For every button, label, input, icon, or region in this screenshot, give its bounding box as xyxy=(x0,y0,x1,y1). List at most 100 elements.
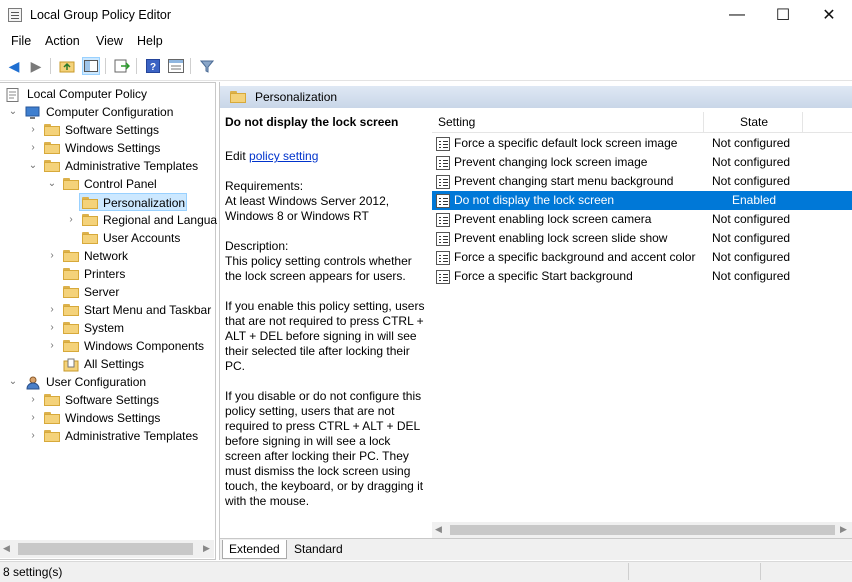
tree-item-server[interactable]: Server xyxy=(0,283,214,301)
chevron-right-icon[interactable]: › xyxy=(47,301,57,319)
description-label: Description: xyxy=(225,239,289,253)
description-text-1: This policy setting controls whether the… xyxy=(225,254,412,283)
tree-item-system[interactable]: › System xyxy=(0,319,214,337)
chevron-down-icon[interactable]: ⌄ xyxy=(8,373,18,391)
close-button[interactable]: ✕ xyxy=(806,0,852,30)
status-separator xyxy=(760,563,761,580)
toolbar-separator xyxy=(136,58,137,74)
scroll-left-icon[interactable]: ◀ xyxy=(435,524,442,535)
scroll-right-icon[interactable]: ▶ xyxy=(203,543,210,554)
tree-item-regional[interactable]: › Regional and Langua xyxy=(0,211,217,229)
tree-item-user-accounts[interactable]: User Accounts xyxy=(0,229,214,247)
policy-state: Not configured xyxy=(712,155,791,169)
chevron-right-icon[interactable]: › xyxy=(47,247,57,265)
policy-state: Not configured xyxy=(712,269,791,283)
chevron-right-icon[interactable]: › xyxy=(47,337,57,355)
column-separator[interactable] xyxy=(802,112,803,132)
tree-item-start-menu-taskbar[interactable]: › Start Menu and Taskbar xyxy=(0,301,214,319)
tree-item-personalization[interactable]: Personalization xyxy=(79,193,187,211)
tree-item-cc-software-settings[interactable]: › Software Settings xyxy=(0,121,214,139)
tab-standard[interactable]: Standard xyxy=(288,540,349,558)
policy-state: Not configured xyxy=(712,136,791,150)
column-header-state[interactable]: State xyxy=(740,115,768,129)
maximize-button[interactable]: ☐ xyxy=(760,0,806,30)
policy-name: Do not display the lock screen xyxy=(454,193,615,207)
policy-name: Prevent changing lock screen image xyxy=(454,155,648,169)
folder-icon xyxy=(63,322,79,334)
column-separator[interactable] xyxy=(703,112,704,132)
tree-item-printers[interactable]: Printers xyxy=(0,265,214,283)
chevron-right-icon[interactable]: › xyxy=(28,391,38,409)
folder-icon xyxy=(44,394,60,406)
chevron-down-icon[interactable]: ⌄ xyxy=(28,157,38,175)
scroll-left-icon[interactable]: ◀ xyxy=(3,543,10,554)
tree-item-uc-administrative-templates[interactable]: › Administrative Templates xyxy=(0,427,214,445)
chevron-right-icon[interactable]: › xyxy=(47,319,57,337)
chevron-right-icon[interactable]: › xyxy=(28,139,38,157)
folder-icon xyxy=(63,340,79,352)
tree-item-uc-windows-settings[interactable]: › Windows Settings xyxy=(0,409,214,427)
help-icon[interactable]: ? xyxy=(144,57,162,75)
up-folder-icon[interactable] xyxy=(58,57,76,75)
folder-icon xyxy=(63,286,79,298)
tree-item-windows-components[interactable]: › Windows Components xyxy=(0,337,214,355)
back-arrow-icon[interactable]: ◀ xyxy=(5,57,23,75)
minimize-button[interactable]: — xyxy=(714,0,760,30)
tab-extended[interactable]: Extended xyxy=(222,540,287,559)
policy-state: Not configured xyxy=(712,231,791,245)
policy-state: Enabled xyxy=(732,193,777,207)
chevron-down-icon[interactable]: ⌄ xyxy=(47,175,57,193)
status-bar xyxy=(0,561,852,582)
chevron-right-icon[interactable]: › xyxy=(66,211,76,229)
folder-icon xyxy=(44,124,60,136)
filter-icon[interactable] xyxy=(198,57,216,75)
folder-icon xyxy=(82,197,98,209)
tree-item-cc-administrative-templates[interactable]: ⌄ Administrative Templates xyxy=(0,157,214,175)
menu-action[interactable]: Action xyxy=(45,34,80,48)
window-title: Local Group Policy Editor xyxy=(30,8,172,22)
folder-icon xyxy=(44,142,60,154)
list-header xyxy=(432,112,852,133)
policy-setting-icon xyxy=(436,232,450,246)
menu-bar xyxy=(0,31,852,52)
tree-item-uc-software-settings[interactable]: › Software Settings xyxy=(0,391,214,409)
edit-policy-link[interactable]: policy setting xyxy=(249,149,318,163)
show-hide-tree-icon[interactable] xyxy=(82,57,100,75)
forward-arrow-icon[interactable]: ▶ xyxy=(27,57,45,75)
tree-item-computer-configuration[interactable]: ⌄ Computer Configuration xyxy=(0,103,214,121)
menu-view[interactable]: View xyxy=(96,34,123,48)
description-text-3: If you disable or do not configure this … xyxy=(225,389,424,508)
all-settings-icon xyxy=(63,358,79,372)
tree-item-all-settings[interactable]: All Settings xyxy=(0,355,214,373)
edit-line: Edit policy setting xyxy=(225,149,425,164)
tree-item-local-computer-policy[interactable]: Local Computer Policy xyxy=(4,85,214,103)
policy-setting-icon xyxy=(436,137,450,151)
chevron-right-icon[interactable]: › xyxy=(28,121,38,139)
tree-scroll-thumb[interactable] xyxy=(18,543,193,555)
tree-item-network[interactable]: › Network xyxy=(0,247,214,265)
policy-setting-icon xyxy=(436,270,450,284)
tree-item-control-panel[interactable]: ⌄ Control Panel xyxy=(0,175,214,193)
policy-state: Not configured xyxy=(712,250,791,264)
policy-name: Force a specific default lock screen ima… xyxy=(454,136,678,150)
export-list-icon[interactable] xyxy=(113,57,131,75)
properties-icon[interactable] xyxy=(167,57,185,75)
policy-state: Not configured xyxy=(712,174,791,188)
policy-setting-icon xyxy=(436,156,450,170)
status-separator xyxy=(628,563,629,580)
scroll-right-icon[interactable]: ▶ xyxy=(840,524,847,535)
menu-file[interactable]: File xyxy=(11,34,31,48)
policy-name: Force a specific Start background xyxy=(454,269,633,283)
list-scroll-thumb[interactable] xyxy=(450,525,835,535)
tree-item-cc-windows-settings[interactable]: › Windows Settings xyxy=(0,139,214,157)
tree-item-user-configuration[interactable]: ⌄ User Configuration xyxy=(0,373,214,391)
chevron-right-icon[interactable]: › xyxy=(28,427,38,445)
chevron-right-icon[interactable]: › xyxy=(28,409,38,427)
folder-icon xyxy=(230,91,246,103)
menu-help[interactable]: Help xyxy=(137,34,163,48)
chevron-down-icon[interactable]: ⌄ xyxy=(8,103,18,121)
policy-document-icon xyxy=(6,88,20,102)
policy-name: Force a specific background and accent c… xyxy=(454,250,696,264)
computer-icon xyxy=(25,106,40,119)
column-header-setting[interactable]: Setting xyxy=(438,115,475,129)
